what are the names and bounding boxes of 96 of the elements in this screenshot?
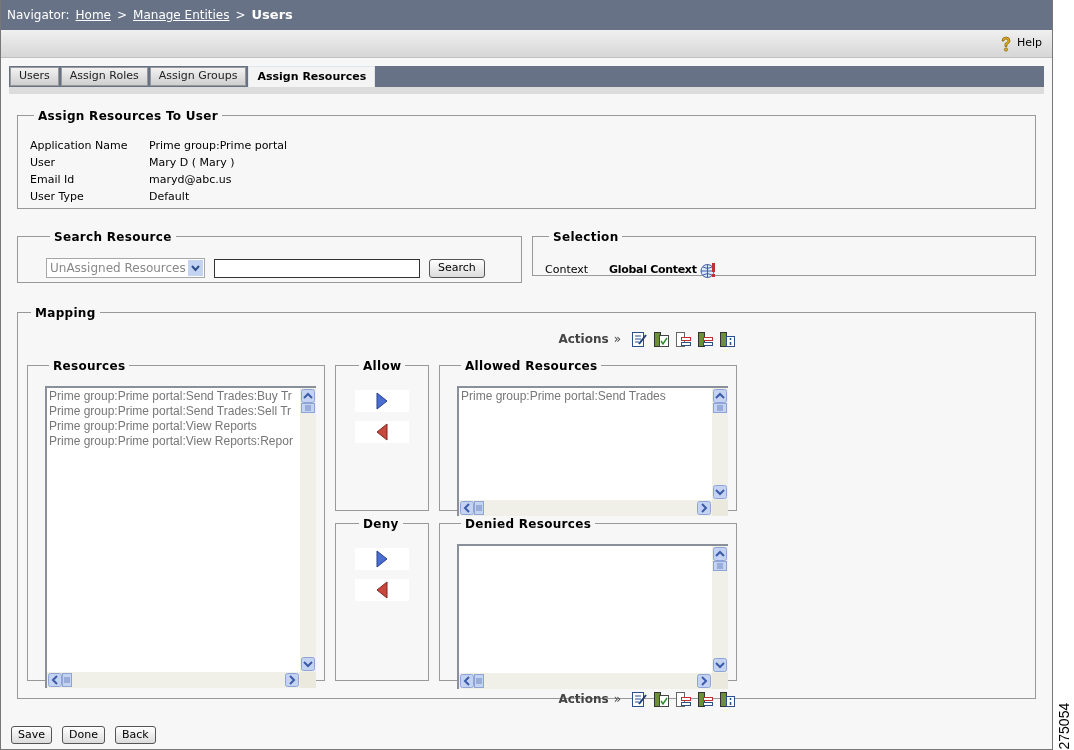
scroll-right-icon[interactable]	[697, 501, 711, 515]
search-button[interactable]: Search	[429, 258, 485, 278]
scroll-down-icon[interactable]	[713, 485, 727, 499]
section-title: Allow	[363, 359, 402, 373]
field-label: User Type	[30, 189, 85, 205]
list-item[interactable]: Prime group:Prime portal:Send Trades:Sell Tr	[49, 404, 300, 419]
resource-type-dropdown[interactable]: UnAssigned Resources	[46, 258, 205, 278]
list-check-icon[interactable]	[653, 690, 670, 708]
list-item[interactable]: Prime group:Prime portal:View Reports:Repor	[49, 434, 300, 449]
globe-icon[interactable]	[699, 262, 717, 279]
remove-button[interactable]	[355, 579, 409, 601]
field-value: Prime group:Prime portal	[149, 138, 287, 154]
search-field[interactable]	[214, 258, 420, 278]
scroll-up-icon[interactable]	[713, 389, 727, 403]
list-item[interactable]: Prime group:Prime portal:View Reports	[49, 419, 300, 434]
scroll-right-icon[interactable]	[285, 673, 299, 687]
section-title: Search Resource	[54, 230, 172, 244]
field-label: User	[30, 155, 57, 171]
vertical-scrollbar[interactable]	[712, 388, 728, 500]
vertical-scrollbar[interactable]	[300, 388, 316, 672]
section-title: Allowed Resources	[465, 359, 598, 373]
section-title: Mapping	[35, 306, 96, 320]
scroll-left-icon[interactable]	[460, 674, 474, 688]
tab[interactable]: Assign Roles	[60, 67, 148, 86]
edit-icon[interactable]	[631, 330, 648, 348]
field-label: Email Id	[30, 172, 76, 188]
field-value: maryd@abc.us	[149, 172, 232, 188]
actions-label: Actions	[558, 331, 609, 348]
scroll-left-icon[interactable]	[48, 673, 62, 687]
right-arrow-icon	[376, 550, 388, 568]
list-info-icon[interactable]	[719, 330, 736, 348]
tab[interactable]: Users	[10, 67, 59, 86]
remove-button[interactable]	[355, 421, 409, 443]
add-button[interactable]	[355, 548, 409, 570]
field-label: Application Name	[30, 138, 129, 154]
chevron-icon: »	[613, 330, 621, 348]
list-check-icon[interactable]	[653, 330, 670, 348]
breadcrumb-separator: >	[117, 7, 128, 24]
context-label: Context	[545, 262, 590, 279]
scroll-up-icon[interactable]	[713, 547, 727, 561]
breadcrumb-separator: >	[235, 7, 246, 24]
scroll-thumb-icon[interactable]	[713, 403, 727, 413]
page-title: Users	[251, 6, 293, 25]
scroll-left-icon[interactable]	[460, 501, 474, 515]
scroll-thumb-icon[interactable]	[62, 673, 72, 687]
scroll-thumb-icon[interactable]	[713, 561, 727, 571]
list-box[interactable]: Prime group:Prime portal:Send Trades	[457, 386, 728, 516]
right-arrow-icon	[376, 392, 388, 410]
tab[interactable]: Assign Resources	[248, 66, 376, 87]
section-title: Resources	[53, 359, 126, 373]
section-title: Deny	[363, 517, 399, 531]
horizontal-scrollbar[interactable]	[459, 500, 712, 516]
scroll-thumb-icon[interactable]	[474, 674, 484, 688]
list-icon[interactable]	[697, 690, 714, 708]
help-button[interactable]: Help	[999, 35, 1042, 52]
list-box[interactable]: Prime group:Prime portal:Send Trades:Buy Tr Prime group:Prime portal:Send Trades:Sell Tr Prime group:Prime portal:View Reports Prime group:Prime portal:View Reports:Repor	[45, 386, 316, 688]
scroll-down-icon[interactable]	[301, 657, 315, 671]
figure-number: 275054	[1054, 701, 1072, 750]
left-arrow-icon	[376, 423, 388, 441]
form-button[interactable]: Done	[62, 726, 105, 744]
add-button[interactable]	[355, 390, 409, 412]
dropdown-caret-icon	[188, 260, 203, 276]
actions-label: Actions	[558, 691, 609, 708]
form-button[interactable]: Back	[114, 726, 156, 744]
scroll-thumb-icon[interactable]	[301, 403, 315, 413]
left-arrow-icon	[376, 581, 388, 599]
edit-icon[interactable]	[631, 690, 648, 708]
help-icon	[999, 35, 1012, 52]
field-value: Default	[149, 189, 190, 205]
list-icon[interactable]	[675, 330, 692, 348]
navigator-label: Navigator:	[7, 7, 70, 24]
list-icon[interactable]	[675, 690, 692, 708]
context-value: Global Context	[609, 262, 697, 279]
scroll-up-icon[interactable]	[301, 389, 315, 403]
breadcrumb-link[interactable]: Home	[75, 6, 111, 24]
tab[interactable]: Assign Groups	[149, 67, 247, 86]
scroll-right-icon[interactable]	[697, 674, 711, 688]
horizontal-scrollbar[interactable]	[47, 672, 300, 688]
list-item[interactable]: Prime group:Prime portal:Send Trades:Buy Tr	[49, 389, 300, 404]
section-title: Assign Resources To User	[38, 109, 218, 123]
list-icon[interactable]	[697, 330, 714, 348]
scrollbar-corner	[712, 500, 728, 516]
scrollbar-corner	[300, 672, 316, 688]
field-value: Mary D ( Mary )	[149, 155, 235, 171]
section-title: Selection	[553, 230, 619, 244]
list-item[interactable]: Prime group:Prime portal:Send Trades	[461, 389, 712, 404]
horizontal-scrollbar[interactable]	[459, 673, 712, 689]
chevron-icon: »	[613, 690, 621, 708]
list-info-icon[interactable]	[719, 690, 736, 708]
breadcrumb-link[interactable]: Manage Entities	[133, 6, 230, 24]
scroll-down-icon[interactable]	[713, 658, 727, 672]
scrollbar-corner	[712, 673, 728, 689]
section-title: Denied Resources	[465, 517, 592, 531]
scroll-thumb-icon[interactable]	[474, 501, 484, 515]
form-button[interactable]: Save	[11, 726, 52, 744]
vertical-scrollbar[interactable]	[712, 546, 728, 673]
